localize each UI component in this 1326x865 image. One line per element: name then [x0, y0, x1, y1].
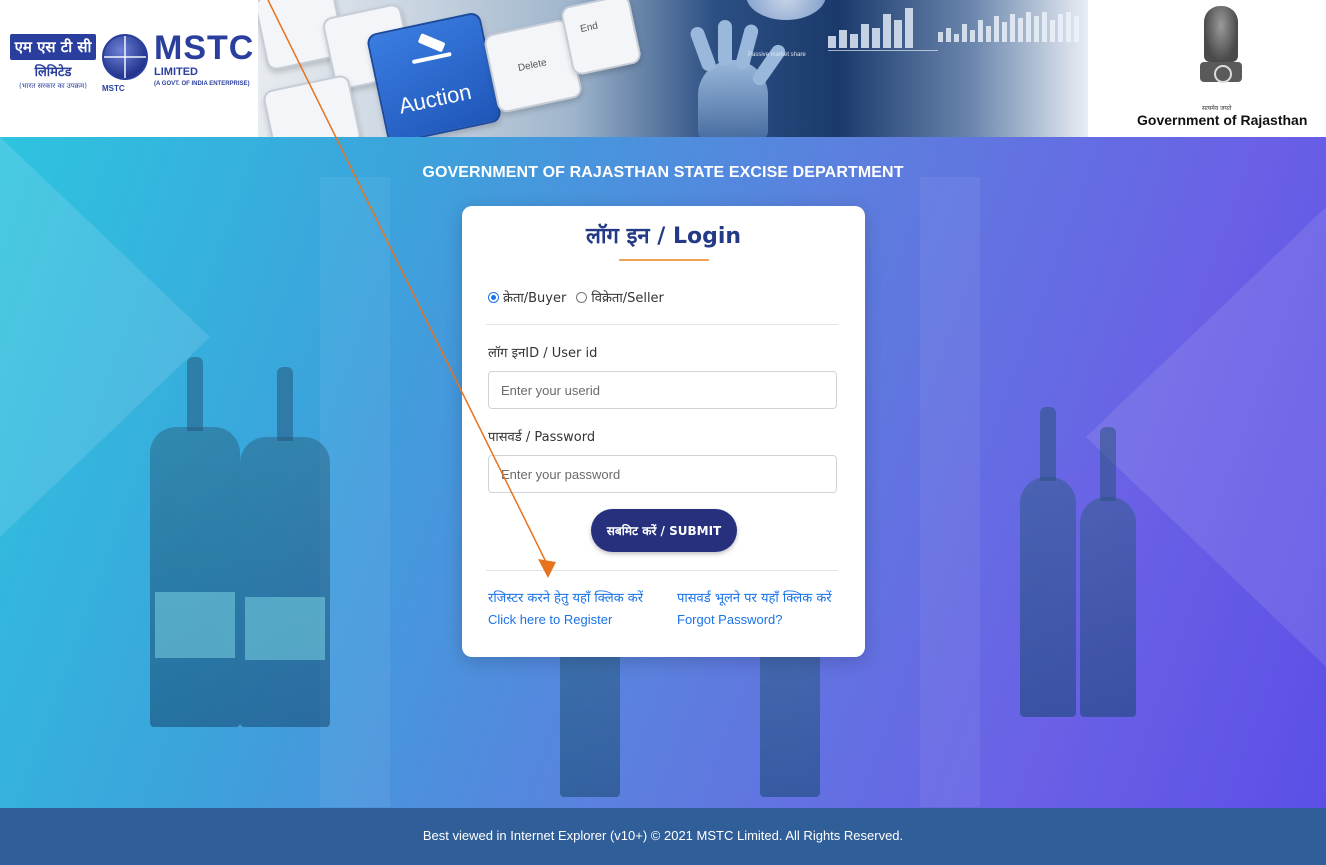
department-title: GOVERNMENT OF RAJASTHAN STATE EXCISE DEP… [422, 164, 904, 181]
mstc-hindi-mid: लिमिटेड [34, 65, 72, 80]
globe-orb-graphic [746, 0, 826, 20]
delete-key-label: Delete [517, 57, 548, 75]
auction-key-label: Auction [396, 78, 474, 119]
bottle-graphic [150, 357, 240, 727]
mstc-logo[interactable]: एम एस टी सी लिमिटेड (भारत सरकार का उपक्र… [10, 30, 253, 100]
seller-radio-label: विक्रेता/Seller [591, 291, 664, 306]
buyer-radio[interactable] [488, 291, 499, 303]
end-key: End [559, 0, 643, 77]
password-input[interactable] [488, 455, 837, 493]
forgot-password-link-english[interactable]: Forgot Password? [677, 609, 832, 630]
keyboard-key-icon [261, 73, 363, 137]
hand-graphic [678, 20, 808, 137]
role-option-seller[interactable]: विक्रेता/Seller [576, 288, 664, 306]
background-shelf [320, 177, 390, 807]
title-underline [619, 259, 709, 261]
emblem-caption: सत्यमेव जयते [1202, 105, 1232, 112]
register-link[interactable]: रजिस्टर करने हेतु यहाँ क्लिक करें Click … [488, 588, 643, 630]
submit-button[interactable]: सबमिट करें / SUBMIT [591, 509, 737, 552]
divider [486, 324, 838, 325]
chart-axis-graphic [828, 50, 938, 51]
mstc-small-tag: MSTC [102, 84, 125, 93]
mstc-wordmark: MSTC [154, 29, 255, 67]
mstc-english-wordmark: MSTC LIMITED (A GOVT. OF INDIA ENTERPRIS… [154, 30, 254, 89]
login-title: लॉग इन / Login [585, 224, 742, 249]
userid-label: लॉग इनID / User id [488, 346, 598, 361]
gavel-icon [408, 33, 457, 71]
background-shelf [920, 177, 980, 807]
banner-chart-caption: Passive market share [748, 52, 806, 58]
footer-copyright: Best viewed in Internet Explorer (v10+) … [422, 828, 904, 843]
login-card: लॉग इन / Login क्रेता/Buyer विक्रेता/Sel… [462, 206, 865, 657]
globe-icon [102, 34, 148, 80]
main-section: GOVERNMENT OF RAJASTHAN STATE EXCISE DEP… [0, 137, 1326, 808]
bottle-graphic [240, 367, 330, 727]
mstc-hindi-wordmark: एम एस टी सी लिमिटेड (भारत सरकार का उपक्र… [10, 34, 98, 96]
bottle-graphic [1020, 407, 1076, 717]
divider [486, 570, 838, 571]
mstc-hindi-top: एम एस टी सी [10, 34, 96, 60]
bar-chart-graphic [938, 12, 1079, 42]
site-header: एम एस टी सी लिमिटेड (भारत सरकार का उपक्र… [0, 0, 1326, 137]
site-footer: Best viewed in Internet Explorer (v10+) … [0, 808, 1326, 865]
password-label: पासवर्ड / Password [488, 430, 596, 445]
end-key-label: End [579, 20, 599, 36]
government-title: Government of Rajasthan [1137, 112, 1308, 128]
register-link-english[interactable]: Click here to Register [488, 609, 643, 630]
national-emblem-icon [1196, 6, 1246, 96]
bar-chart-graphic [828, 6, 913, 48]
mstc-limited: LIMITED [154, 66, 198, 78]
mstc-tagline: (A GOVT. OF INDIA ENTERPRISE) [154, 81, 250, 87]
bottle-graphic [1080, 427, 1136, 717]
buyer-radio-label: क्रेता/Buyer [503, 291, 567, 306]
forgot-password-link-hindi[interactable]: पासवर्ड भूलने पर यहाँ क्लिक करें [677, 588, 832, 609]
auction-banner: Auction Delete End Passive market share [258, 0, 1088, 137]
role-selector: क्रेता/Buyer विक्रेता/Seller [488, 288, 674, 306]
forgot-password-link[interactable]: पासवर्ड भूलने पर यहाँ क्लिक करें Forgot … [677, 588, 832, 630]
register-link-hindi[interactable]: रजिस्टर करने हेतु यहाँ क्लिक करें [488, 588, 643, 609]
mstc-hindi-bottom: (भारत सरकार का उपक्रम) [19, 82, 87, 90]
auction-key: Auction [365, 11, 503, 137]
seller-radio[interactable] [576, 291, 588, 303]
role-option-buyer[interactable]: क्रेता/Buyer [488, 288, 566, 306]
userid-input[interactable] [488, 371, 837, 409]
